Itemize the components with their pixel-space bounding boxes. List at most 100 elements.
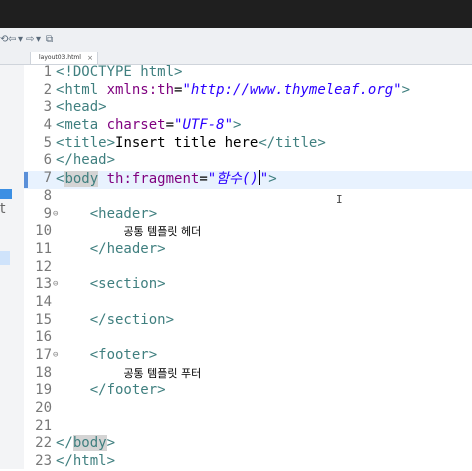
tree-selection-highlight xyxy=(0,251,10,265)
code-text[interactable]: <section> xyxy=(56,276,166,294)
token-tag: <meta xyxy=(56,117,107,134)
line-number: 20 xyxy=(35,400,52,417)
code-text[interactable]: <!DOCTYPE html> xyxy=(56,64,182,82)
line-number: 2 xyxy=(43,81,52,98)
code-line[interactable]: 22 </body> xyxy=(24,435,472,453)
token-tag: </html> xyxy=(56,453,116,470)
code-text[interactable]: <html xmlns:th="http://www.thymeleaf.org… xyxy=(56,82,410,100)
token-tag: <footer> xyxy=(89,347,158,363)
token-attr: charset xyxy=(106,117,166,134)
code-editor[interactable]: 1 <!DOCTYPE html> 2 <html xmlns:th="http://… xyxy=(24,64,472,471)
korean-text: 공통 템플릿 헤더 xyxy=(123,225,202,239)
code-line[interactable]: 19 </footer> xyxy=(24,382,472,400)
token-attr: th:fragment xyxy=(106,171,200,188)
code-line[interactable]: 6 </head> xyxy=(24,152,472,170)
window-top-bar xyxy=(0,0,472,28)
line-number: 6 xyxy=(43,152,52,169)
code-text[interactable]: <footer> xyxy=(56,347,157,365)
line-number: 3 xyxy=(43,99,52,116)
code-line[interactable]: 10 공통 템플릿 헤더 xyxy=(24,223,472,241)
token-plain: = xyxy=(165,117,175,134)
line-number: 22 xyxy=(35,435,52,452)
line-number: 17 xyxy=(35,347,52,363)
token-tag: <head> xyxy=(56,99,107,116)
dropdown-icon[interactable]: ▾ xyxy=(18,34,23,46)
line-number: 11 xyxy=(35,240,52,257)
text-cursor-icon: I xyxy=(336,193,343,206)
code-text[interactable]: <meta charset="UTF-8"> xyxy=(56,117,241,135)
line-number: 1 xyxy=(43,64,52,80)
korean-text: 공통 템플릿 푸터 xyxy=(123,366,202,380)
code-line[interactable]: 11 </header> xyxy=(24,241,472,259)
code-text[interactable]: </body> xyxy=(56,435,115,453)
line-number: 9 xyxy=(43,205,52,222)
code-line[interactable]: 9 ⊖ <header> xyxy=(24,206,472,224)
code-text[interactable]: <body th:fragment="함수()"> xyxy=(56,170,277,189)
line-number: 23 xyxy=(35,453,52,470)
code-text[interactable]: <header> xyxy=(56,206,157,224)
token-val: "UTF-8" xyxy=(174,117,234,134)
token-val: " xyxy=(259,171,269,188)
line-number: 7 xyxy=(43,170,52,187)
token-tag: > xyxy=(401,81,411,98)
tab-label: layout03.html xyxy=(39,54,81,61)
line-number: 15 xyxy=(35,311,52,328)
code-line[interactable]: 23 </html> xyxy=(24,453,472,471)
token-taghl: body xyxy=(64,171,99,188)
code-text[interactable]: </header> xyxy=(56,241,166,259)
token-tag: </header> xyxy=(89,240,166,257)
code-line[interactable]: 4 <meta charset="UTF-8"> xyxy=(24,117,472,135)
token-tag: </footer> xyxy=(89,382,166,399)
tab-layout03-html[interactable]: layout03.html × xyxy=(30,52,98,64)
code-line[interactable]: 16 xyxy=(24,329,472,347)
code-line[interactable]: 3 <head> xyxy=(24,99,472,117)
dropdown-icon[interactable]: ▾ xyxy=(36,34,41,46)
code-line[interactable]: 7 <body th:fragment="함수()"> xyxy=(24,170,472,188)
code-text[interactable]: </section> xyxy=(56,312,174,330)
close-icon[interactable]: × xyxy=(87,52,93,64)
code-line[interactable]: 12 xyxy=(24,259,472,277)
code-line[interactable]: 5 <title>Insert title here</title> xyxy=(24,135,472,153)
code-line[interactable]: 1 <!DOCTYPE html> xyxy=(24,64,472,82)
back-arrow-icon[interactable]: ⇦ xyxy=(8,34,16,46)
code-text[interactable]: </head> xyxy=(56,152,115,170)
code-line[interactable]: 15 </section> xyxy=(24,312,472,330)
line-number: 12 xyxy=(35,258,52,275)
token-tag: <title> xyxy=(56,134,116,151)
token-tag: <html xyxy=(56,81,107,98)
code-line[interactable]: 21 xyxy=(24,418,472,436)
code-line[interactable]: 14 xyxy=(24,294,472,312)
code-line[interactable]: 2 <html xmlns:th="http://www.thymeleaf.or… xyxy=(24,82,472,100)
selected-tree-item[interactable] xyxy=(0,189,12,199)
code-text[interactable]: 공통 템플릿 헤더 xyxy=(56,223,201,241)
line-number: 10 xyxy=(35,223,52,240)
code-line[interactable]: 18 공통 템플릿 푸터 xyxy=(24,365,472,383)
code-text[interactable]: </html> xyxy=(56,453,115,471)
code-text[interactable]: 공통 템플릿 푸터 xyxy=(56,365,201,383)
token-tag: > xyxy=(233,117,242,134)
left-side-panel: t xyxy=(0,65,25,469)
forward-arrow-icon[interactable]: ⇨ xyxy=(26,34,34,46)
line-number: 16 xyxy=(35,329,52,346)
code-line[interactable]: 13 ⊖ <section> xyxy=(24,276,472,294)
code-text[interactable]: <title>Insert title here</title> xyxy=(56,135,326,153)
code-line[interactable]: 17 ⊖ <footer> xyxy=(24,347,472,365)
tree-item-text[interactable]: t xyxy=(0,201,6,217)
token-attr: xmlns:th xyxy=(106,81,175,98)
code-line[interactable]: 20 xyxy=(24,400,472,418)
editor-toolbar: ⟲ ⇦ ▾ ⇨ ▾ ⧉ xyxy=(0,28,472,53)
token-tag: </head> xyxy=(56,152,116,169)
code-line[interactable]: 8 xyxy=(24,188,472,206)
line-number: 18 xyxy=(35,364,52,381)
code-text[interactable]: </footer> xyxy=(56,382,166,400)
open-editor-icon[interactable]: ⧉ xyxy=(46,34,53,46)
line-number: 5 xyxy=(43,134,52,151)
code-text[interactable]: <head> xyxy=(56,99,107,117)
